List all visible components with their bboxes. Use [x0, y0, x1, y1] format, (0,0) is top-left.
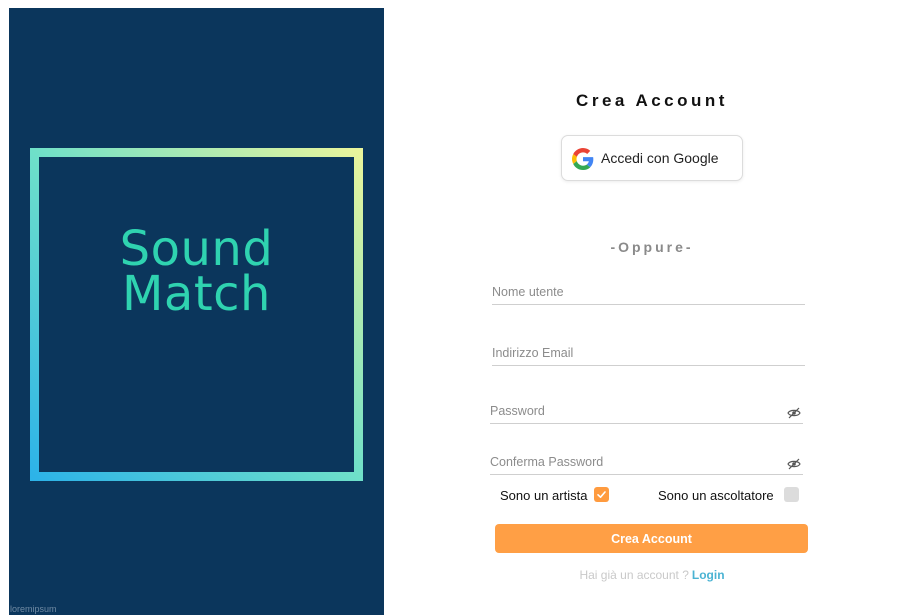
page-title: Crea Account — [576, 91, 728, 110]
confirm-password-field — [490, 452, 803, 475]
eye-slash-icon[interactable] — [787, 458, 801, 470]
listener-checkbox[interactable] — [784, 487, 799, 502]
password-field — [490, 401, 803, 424]
brand-name-line-2: Match — [122, 266, 271, 322]
artist-checkbox[interactable] — [594, 487, 609, 502]
username-field — [492, 282, 805, 305]
google-icon — [572, 148, 594, 170]
eye-slash-icon[interactable] — [787, 407, 801, 419]
email-input[interactable] — [492, 343, 805, 363]
brand-panel: Sound Match — [9, 8, 384, 615]
artist-label: Sono un artista — [500, 488, 588, 503]
listener-label: Sono un ascoltatore — [658, 488, 774, 503]
login-question: Hai già un account ? — [579, 568, 689, 582]
footnote-text: loremipsum — [10, 604, 57, 614]
password-input[interactable] — [490, 401, 803, 421]
confirm-password-input[interactable] — [490, 452, 803, 472]
create-account-button[interactable]: Crea Account — [495, 524, 808, 553]
login-prompt: Hai già un account ? Login — [384, 568, 920, 582]
divider-text: -Oppure- — [610, 239, 694, 255]
username-input[interactable] — [492, 282, 805, 302]
email-field — [492, 343, 805, 366]
login-link[interactable]: Login — [692, 568, 725, 582]
signup-panel: Crea Account Accedi con Google -Oppure- — [384, 8, 920, 615]
google-signin-button[interactable]: Accedi con Google — [561, 135, 743, 181]
left-gutter — [0, 8, 9, 615]
logo: Sound Match — [30, 148, 363, 481]
soundwave-icon — [148, 148, 246, 231]
google-signin-label: Accedi con Google — [601, 150, 719, 166]
check-icon — [597, 491, 606, 498]
